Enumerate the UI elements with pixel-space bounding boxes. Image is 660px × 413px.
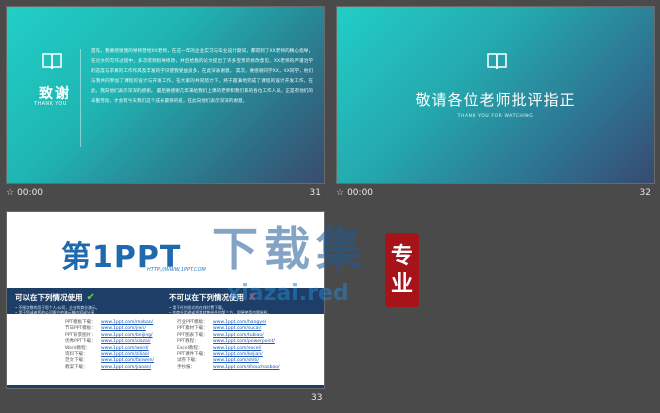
star-icon: ☆: [6, 188, 15, 198]
slide-thumbnail-31[interactable]: 致谢 THANK YOU 首先，我要感谢我的导师曾经XX老师，在这一年的企业实习…: [6, 6, 325, 184]
slide-title: 敬请各位老师批评指正: [415, 91, 576, 109]
slide-title: 致谢: [39, 86, 71, 102]
star-icon: ☆: [336, 188, 345, 198]
slide-meta-32: ☆ 00:00 32: [336, 188, 655, 202]
check-icon: ✔: [86, 292, 95, 303]
link[interactable]: www.1ppt.com/shouchaobao/: [213, 365, 279, 371]
allowed-heading-text: 可以在下列情况使用: [15, 293, 83, 302]
watermark-seal: 专 业: [385, 233, 419, 307]
link-label: 教案下载：: [65, 364, 88, 370]
slide-body-text: 首先，我要感谢我的导师曾经XX老师，在这一年的企业实习与毕业设计期间，都得到了X…: [91, 49, 313, 104]
slide-number: 31: [309, 188, 321, 198]
link[interactable]: www.1ppt.com/jiaoan/: [101, 365, 151, 371]
watermark-text: 下载集: [212, 222, 368, 276]
slide-thumbnail-32[interactable]: 敬请各位老师批评指正 THANK YOU FOR WATCHING: [336, 6, 655, 184]
slide-timing: 00:00: [17, 188, 44, 198]
watermark-url: xiazai.red: [227, 281, 349, 306]
logo-url: HTTP://WWW.1PPT.COM: [147, 267, 206, 273]
disallowed-note-2: • 作商业用途或将其转售给任何第三方，即便使用也需授权。: [169, 310, 272, 315]
slide-number: 32: [639, 188, 651, 198]
book-icon: [487, 53, 507, 70]
slide-subtitle: THANK YOU: [34, 101, 67, 107]
link-label: 手抄报：: [177, 364, 195, 370]
slide-meta-33: 33: [6, 393, 325, 407]
book-icon: [42, 53, 62, 70]
allowed-heading: 可以在下列情况使用 ✔: [15, 292, 95, 303]
footer-bar: [7, 385, 324, 388]
slide-number: 33: [311, 393, 323, 403]
slide-sorter-view: 致谢 THANK YOU 首先，我要感谢我的导师曾经XX老师，在这一年的企业实习…: [0, 0, 660, 413]
slide-timing: 00:00: [347, 188, 374, 198]
slide-subtitle: THANK YOU FOR WATCHING: [457, 114, 534, 119]
list-item: 教案下载： www.1ppt.com/jiaoan/: [65, 365, 154, 371]
slide-meta-31: ☆ 00:00 31: [6, 188, 325, 202]
link-list-left: PPT模板下载： www.1ppt.com/moban/ 节日PPT模板： www.…: [65, 320, 154, 371]
seal-char-top: 专: [390, 243, 413, 269]
link-list-right: 行业PPT模板： www.1ppt.com/hangye/ PPT素材下载： www…: [177, 320, 279, 371]
list-item: 手抄报： www.1ppt.com/shouchaobao/: [177, 365, 279, 371]
divider: [80, 49, 81, 147]
allowed-note-2: • 用于您或者您的公司客户的演示稿内容或分享: [15, 310, 95, 315]
seal-char-bottom: 业: [390, 271, 413, 297]
